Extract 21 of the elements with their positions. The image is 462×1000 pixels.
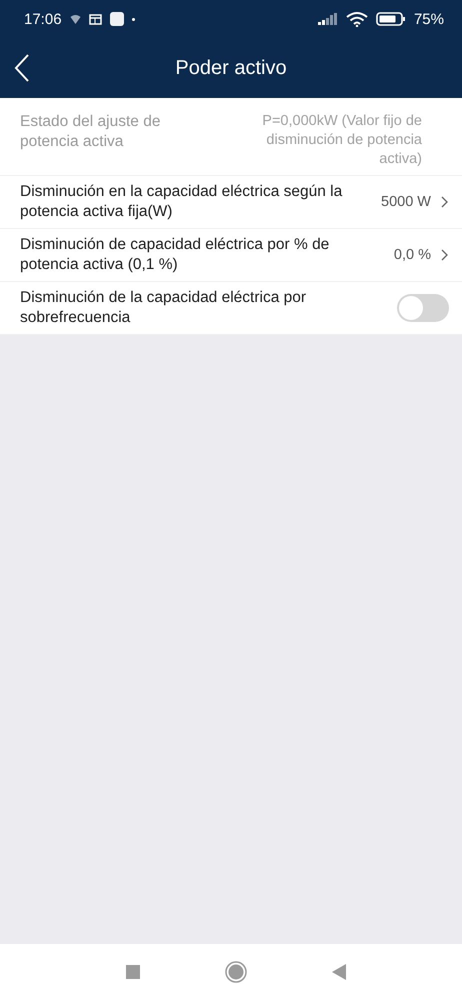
setting-label: Estado del ajuste de potencia activa: [20, 112, 162, 152]
toggle-switch[interactable]: [397, 294, 449, 322]
setting-label: Disminución de la capacidad eléctrica por sobrefrecuencia: [20, 288, 308, 328]
setting-label: Disminución en la capacidad eléctrica según la potencia activa fija(W): [20, 182, 344, 222]
signal-icon: [318, 13, 338, 25]
wifi-icon: [346, 11, 368, 27]
setting-value: 0,0 %: [394, 246, 431, 265]
battery-percent: 75%: [414, 10, 444, 28]
battery-icon: [376, 12, 406, 26]
home-button[interactable]: [225, 961, 247, 983]
back-nav-button[interactable]: [332, 964, 346, 980]
app-icon: [110, 12, 124, 26]
calendar-icon: [88, 14, 102, 24]
setting-value: 5000 W: [381, 193, 431, 212]
page-title: Poder activo: [175, 56, 287, 80]
clock-time: 17:06: [24, 10, 62, 28]
dot-icon: [132, 18, 135, 20]
setting-value: P=0,000kW (Valor fijo de disminución de potencia activa): [261, 112, 422, 169]
chevron-right-icon[interactable]: [441, 249, 448, 261]
setting-label: Disminución de capacidad eléctrica por % de potencia activa (0,1 %): [20, 235, 330, 275]
chevron-right-icon[interactable]: [441, 196, 448, 208]
